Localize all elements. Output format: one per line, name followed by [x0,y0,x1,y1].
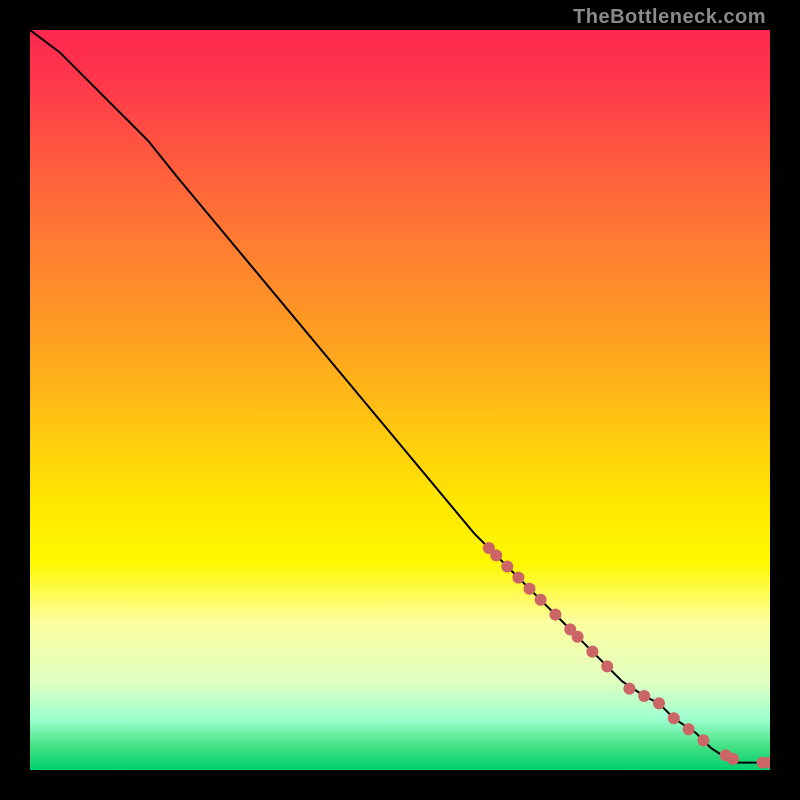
data-marker [601,660,613,672]
data-marker [572,631,584,643]
data-marker [490,549,502,561]
curve-line [30,30,770,763]
data-marker [668,712,680,724]
markers-group [483,542,770,769]
data-marker [586,646,598,658]
chart-svg [30,30,770,770]
data-marker [683,723,695,735]
watermark-label: TheBottleneck.com [573,6,766,29]
data-marker [697,734,709,746]
data-marker [623,683,635,695]
data-marker [512,572,524,584]
chart-frame: TheBottleneck.com [0,0,800,800]
plot-area [30,30,770,770]
data-marker [653,697,665,709]
data-marker [727,753,739,765]
data-marker [524,583,536,595]
data-marker [501,561,513,573]
data-marker [549,609,561,621]
data-marker [638,690,650,702]
data-marker [535,594,547,606]
